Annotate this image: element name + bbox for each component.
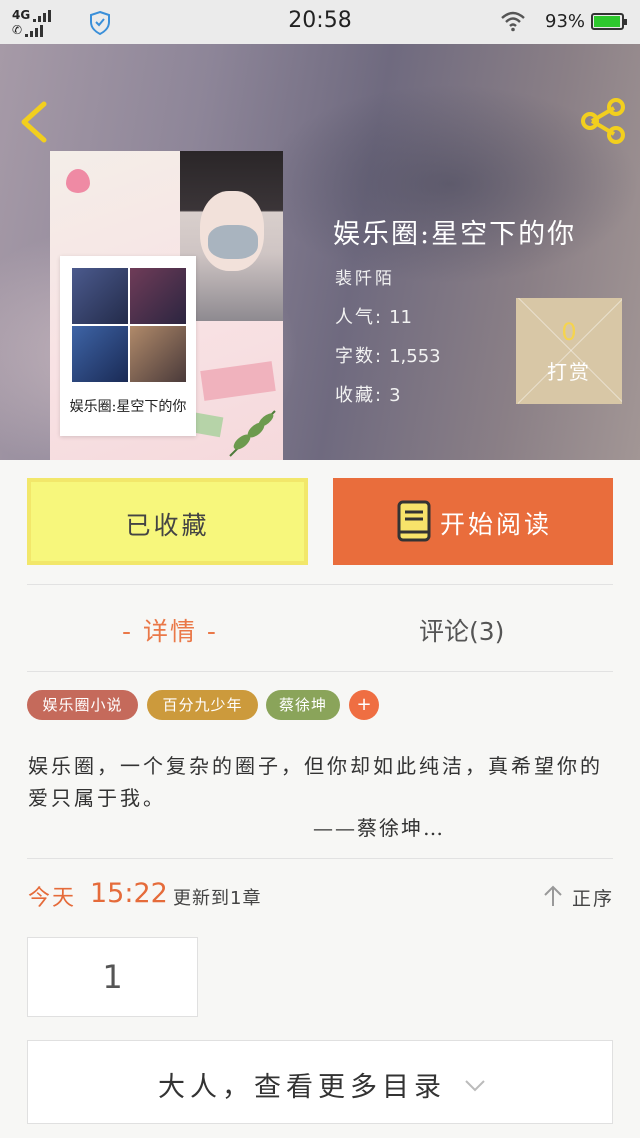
more-catalog-button[interactable]: 大人，查看更多目录: [27, 1040, 613, 1124]
update-day: 今天: [28, 886, 77, 911]
description-signature[interactable]: ——蔡徐坤…: [313, 812, 445, 841]
book-header: 娱乐圈:星空下的你 娱乐圈:星空下的你 裴阡陌 人气: 11 字数: 1,553 收…: [0, 44, 640, 460]
tip-label: 打赏: [547, 360, 591, 384]
divider: [27, 858, 613, 859]
tab-detail[interactable]: - 详情 -: [122, 612, 218, 648]
more-catalog-label: 大人，查看更多目录: [158, 1072, 446, 1103]
start-reading-button[interactable]: 开始阅读: [333, 478, 613, 565]
add-tag-button[interactable]: +: [349, 690, 379, 720]
divider: [27, 671, 613, 672]
tag-item[interactable]: 娱乐圈小说: [27, 690, 138, 720]
back-icon[interactable]: [14, 98, 54, 146]
book-cover: 娱乐圈:星空下的你: [50, 151, 283, 460]
tag-item[interactable]: 百分九少年: [147, 690, 258, 720]
book-title: 娱乐圈:星空下的你: [333, 219, 577, 250]
book-icon: [397, 500, 431, 542]
cover-title: 娱乐圈:星空下的你: [69, 399, 187, 415]
strawberry-icon: [66, 169, 90, 193]
sort-label: 正序: [572, 888, 615, 910]
collected-label: 已收藏: [125, 511, 210, 540]
stat-favorites: 收藏: 3: [335, 385, 401, 406]
arrow-up-icon: [544, 885, 562, 906]
share-icon[interactable]: [578, 96, 628, 146]
collected-button[interactable]: 已收藏: [27, 478, 308, 565]
update-time: 15:22: [90, 878, 168, 909]
chapter-number: 1: [102, 958, 123, 996]
cover-photo-card: 娱乐圈:星空下的你: [60, 256, 196, 436]
battery-icon: [591, 13, 627, 30]
wifi-icon: [501, 11, 525, 32]
status-bar: 4G ✆ 20:58 93%: [0, 0, 640, 44]
chapter-item[interactable]: 1: [27, 937, 198, 1017]
divider: [27, 584, 613, 585]
tag-item[interactable]: 蔡徐坤: [266, 690, 340, 720]
update-text: 更新到1章: [173, 888, 262, 909]
battery-percent: 93%: [545, 11, 586, 32]
clock: 20:58: [288, 8, 352, 33]
book-author: 裴阡陌: [335, 269, 395, 289]
tip-button[interactable]: 0 打赏: [516, 298, 622, 404]
tab-comments[interactable]: 评论(3): [419, 612, 504, 648]
stat-word-count: 字数: 1,553: [335, 346, 441, 367]
stat-popularity: 人气: 11: [335, 307, 412, 328]
book-description: 娱乐圈，一个复杂的圈子，但你却如此纯洁，真希望你的爱只属于我。: [28, 754, 603, 810]
chevron-down-icon: [465, 1080, 485, 1092]
start-reading-label: 开始阅读: [440, 510, 553, 539]
leaf-icon: [229, 410, 276, 457]
tip-count: 0: [561, 318, 577, 346]
